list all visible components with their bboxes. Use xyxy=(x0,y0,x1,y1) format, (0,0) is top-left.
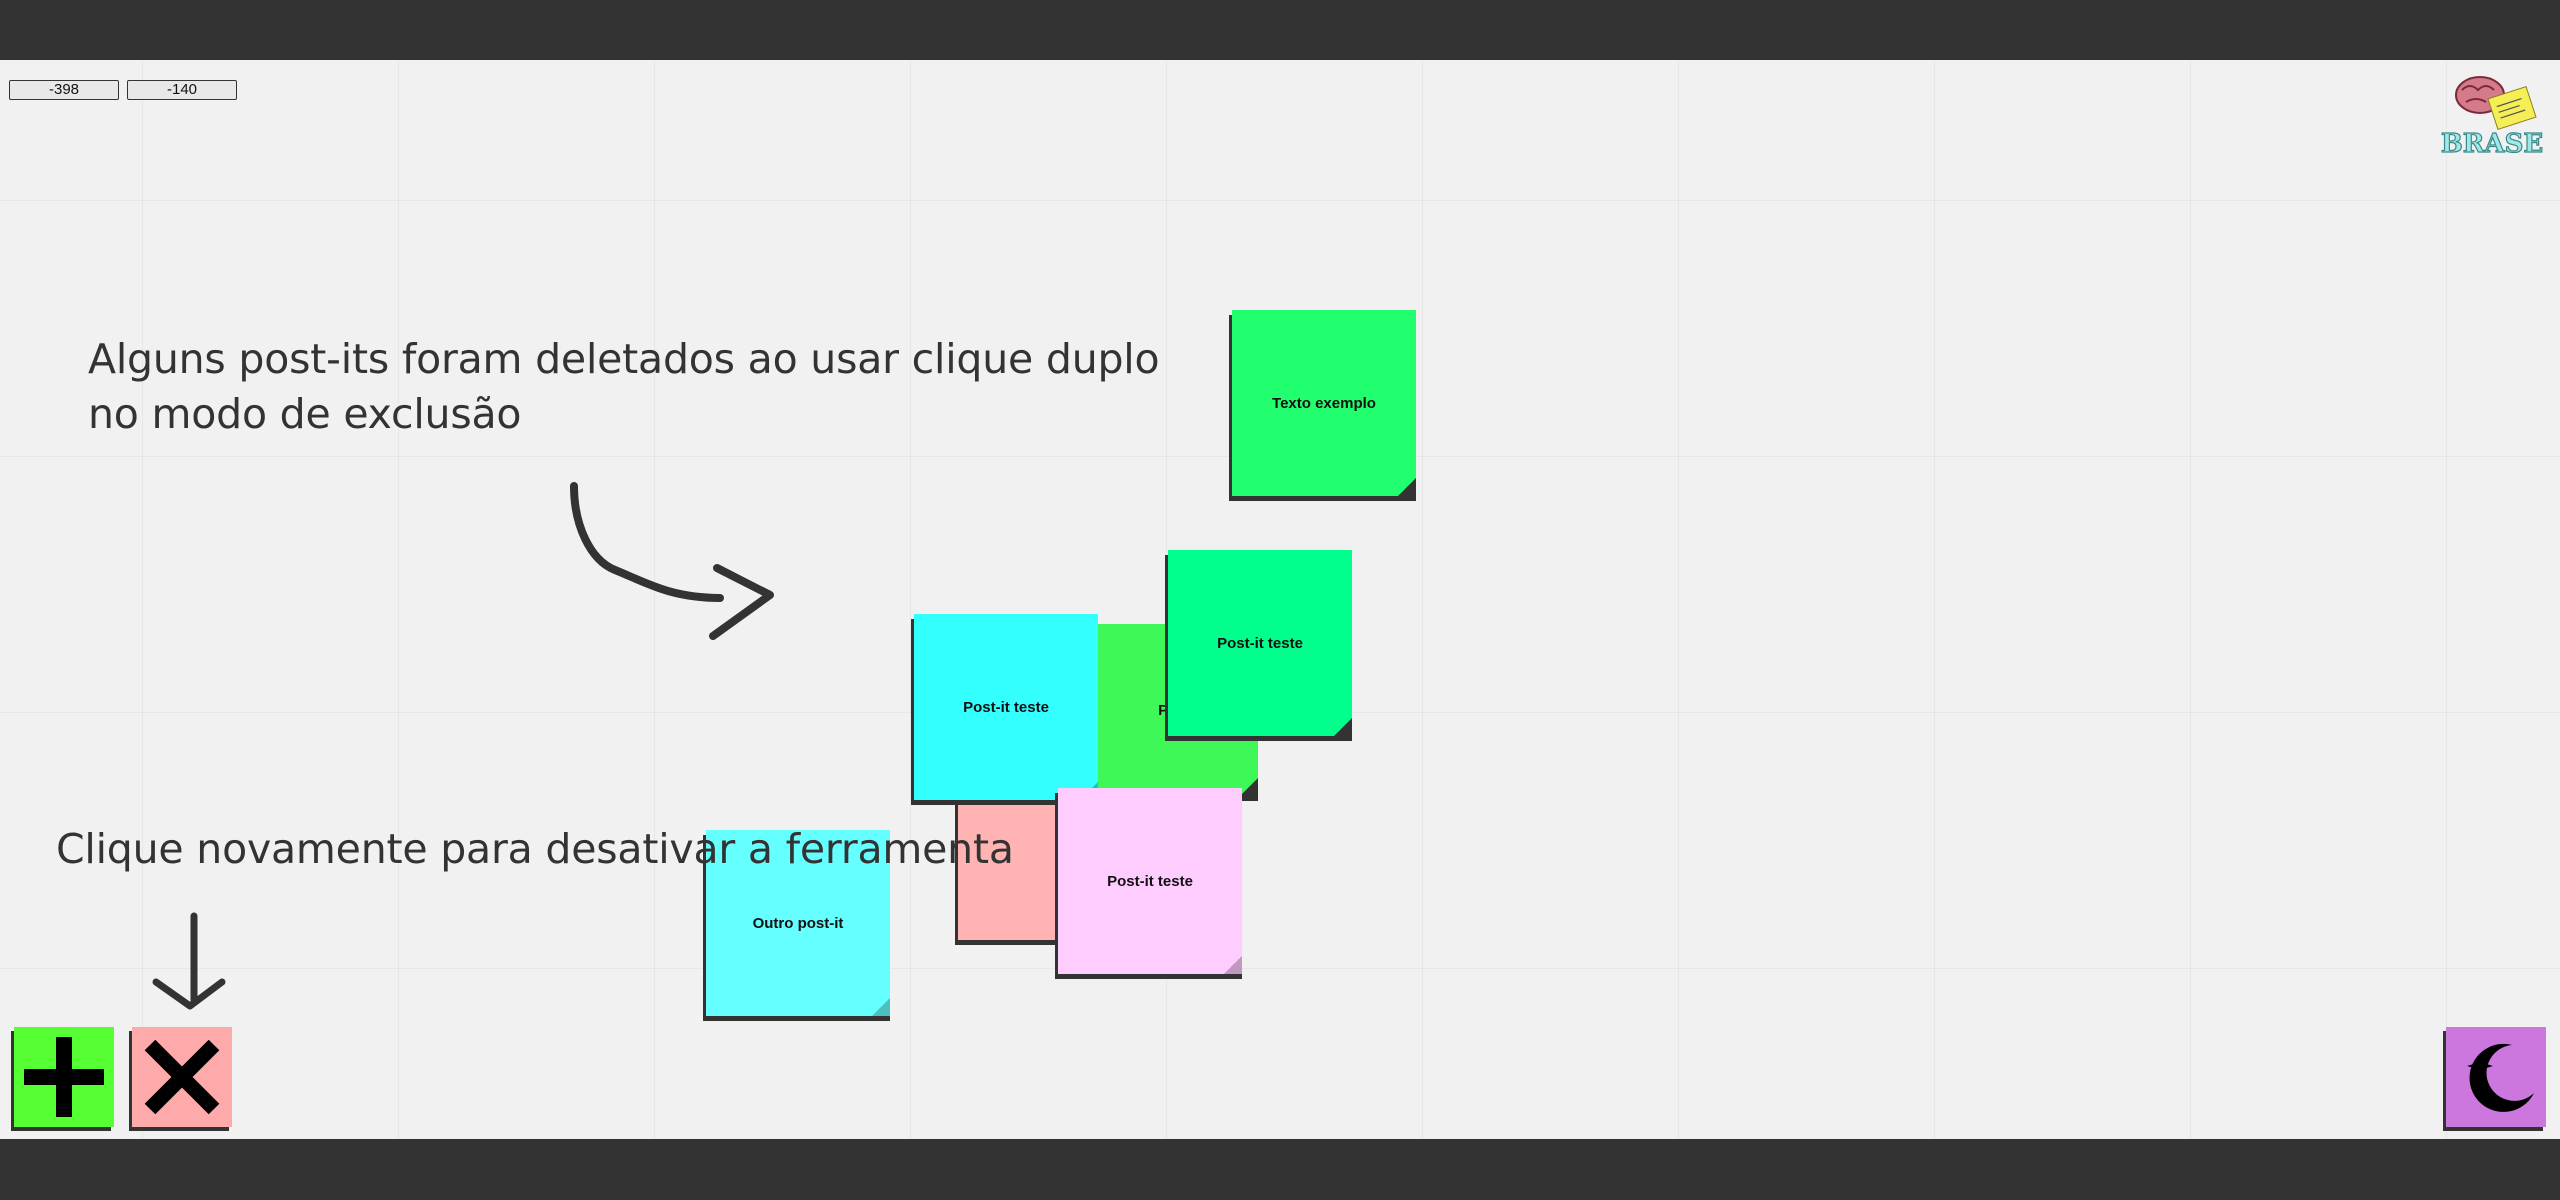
deactivate-hint-text: Clique novamente para desativar a ferram… xyxy=(56,825,1014,873)
post-it-text: Post-it teste xyxy=(1217,634,1303,652)
close-icon xyxy=(144,1039,220,1115)
logo-text: BRASE xyxy=(2441,129,2543,159)
delete-mode-button[interactable] xyxy=(132,1027,232,1127)
delete-hint-text: Alguns post-its foram deletados ao usar … xyxy=(88,335,1160,438)
moon-icon xyxy=(2467,1043,2534,1112)
post-it-note[interactable]: Post-it teste xyxy=(1168,550,1352,736)
theme-toggle-button[interactable] xyxy=(2446,1027,2546,1127)
post-it-note[interactable]: Post-it teste xyxy=(1058,788,1242,974)
coord-x-display: -398 xyxy=(9,80,119,100)
coord-y-display: -140 xyxy=(127,80,237,100)
whiteboard-canvas[interactable]: -398 -140 BRASE Alguns post-its foram de… xyxy=(0,60,2560,1139)
plus-icon xyxy=(24,1037,104,1117)
post-it-text: Texto exemplo xyxy=(1272,394,1376,412)
post-it-note[interactable]: Texto exemplo xyxy=(1232,310,1416,496)
add-post-it-button[interactable] xyxy=(14,1027,114,1127)
curved-arrow-icon xyxy=(570,482,774,640)
post-it-text: Outro post-it xyxy=(752,914,844,932)
post-it-note[interactable]: Post-it teste xyxy=(914,614,1098,800)
post-it-text: Post-it teste xyxy=(963,698,1049,716)
down-arrow-icon xyxy=(152,912,226,1010)
app-logo: BRASE xyxy=(2440,70,2544,160)
